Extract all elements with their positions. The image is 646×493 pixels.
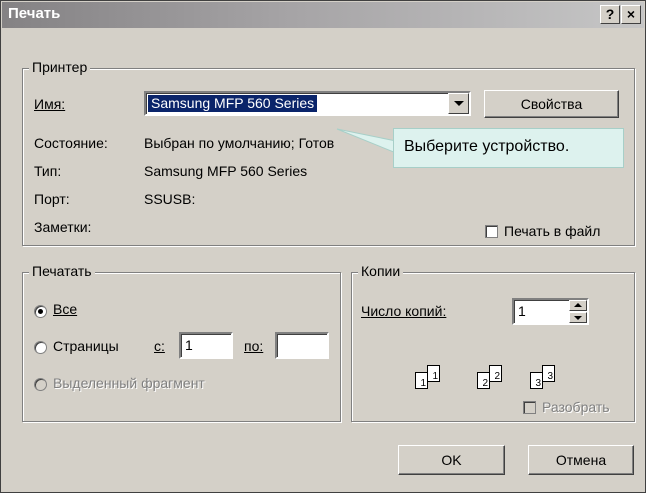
close-button[interactable]: × [621, 5, 641, 24]
printer-group-legend: Принтер [29, 59, 91, 75]
port-label: Порт: [34, 191, 70, 207]
callout-box: Выберите устройство. [393, 128, 624, 168]
from-page-value: 1 [185, 337, 193, 353]
print-dialog: Печать ? × Принтер Имя: Samsung MFP 560 … [0, 0, 646, 493]
print-to-file-label: Печать в файл [504, 223, 601, 239]
collate-checkbox[interactable] [523, 401, 536, 414]
type-label: Тип: [34, 163, 62, 179]
radio-all[interactable] [34, 305, 47, 318]
chevron-down-icon [454, 101, 464, 106]
print-to-file-checkbox[interactable] [485, 225, 498, 238]
dialog-title: Печать [8, 5, 61, 22]
collate-page-icon: 3 [542, 365, 555, 382]
printer-select[interactable]: Samsung MFP 560 Series [144, 91, 471, 116]
copies-count-value: 1 [518, 303, 526, 319]
collate-page-icon: 2 [477, 372, 490, 389]
type-value: Samsung MFP 560 Series [144, 163, 308, 179]
to-label: по: [244, 338, 264, 354]
collate-page-icon: 1 [415, 372, 428, 389]
printer-dropdown-button[interactable] [448, 93, 469, 114]
collate-page-icon: 1 [427, 365, 440, 382]
from-page-input[interactable]: 1 [179, 332, 233, 359]
copies-count-spinner[interactable]: 1 [512, 298, 589, 325]
radio-pages-label: Страницы [53, 338, 119, 354]
collate-page-icon: 3 [530, 372, 543, 389]
notes-label: Заметки: [34, 219, 92, 235]
arrow-up-icon [574, 303, 582, 307]
arrow-down-icon [574, 316, 582, 320]
spin-up-button[interactable] [569, 300, 587, 311]
radio-pages[interactable] [34, 341, 47, 354]
copies-count-label: Число копий: [361, 303, 447, 319]
ok-button[interactable]: OK [398, 445, 505, 475]
status-label: Состояние: [34, 135, 108, 151]
port-value: SSUSB: [144, 191, 196, 207]
status-value: Выбран по умолчанию; Готов [144, 135, 335, 151]
collate-page-icon: 2 [489, 365, 502, 382]
printer-select-value: Samsung MFP 560 Series [148, 95, 318, 112]
spin-down-button[interactable] [569, 312, 587, 323]
radio-selection[interactable] [34, 378, 47, 391]
copies-legend: Копии [358, 263, 404, 279]
callout-text: Выберите устройство. [404, 138, 570, 155]
from-label: с: [154, 338, 165, 354]
collate-label: Разобрать [542, 399, 610, 415]
to-page-input[interactable] [275, 332, 329, 359]
properties-button[interactable]: Свойства [484, 90, 619, 118]
radio-selection-label: Выделенный фрагмент [53, 375, 205, 391]
print-range-legend: Печатать [29, 263, 95, 279]
cancel-button[interactable]: Отмена [528, 445, 634, 475]
radio-selected-dot [38, 309, 43, 314]
radio-all-label: Все [53, 301, 78, 317]
title-bar: Печать ? × [2, 2, 644, 28]
help-button[interactable]: ? [600, 5, 620, 24]
printer-name-label: Имя: [34, 96, 66, 112]
